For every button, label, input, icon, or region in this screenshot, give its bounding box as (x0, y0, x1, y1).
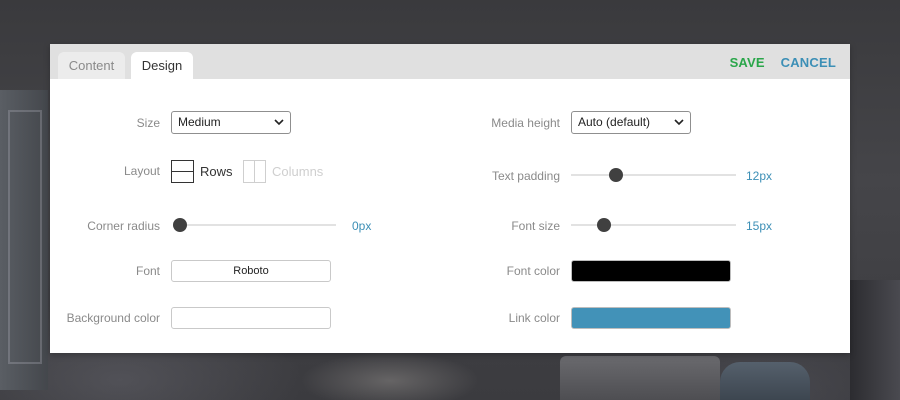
columns-layout-icon (243, 160, 266, 183)
size-select-value: Medium (178, 115, 221, 129)
tab-content[interactable]: Content (58, 52, 125, 79)
slider-thumb[interactable] (173, 218, 187, 232)
chevron-down-icon (674, 119, 684, 126)
font-size-value: 15px (746, 219, 773, 233)
layout-option-rows[interactable]: Rows (171, 160, 233, 183)
layout-option-columns[interactable]: Columns (243, 160, 323, 183)
slider-track (180, 224, 336, 226)
link-color-swatch[interactable] (571, 307, 731, 329)
font-color-swatch[interactable] (571, 260, 731, 282)
text-padding-slider[interactable] (571, 167, 736, 183)
corner-radius-value: 0px (352, 219, 372, 233)
slider-track (571, 174, 736, 176)
rows-layout-icon (171, 160, 194, 183)
panel-header: Content Design SAVE CANCEL (50, 44, 850, 79)
background-color-input[interactable] (171, 307, 331, 329)
background-window-right (850, 280, 900, 400)
slider-track (571, 224, 736, 226)
media-height-label: Media height (491, 116, 560, 130)
layout-rows-label: Rows (200, 164, 233, 179)
layout-columns-label: Columns (272, 164, 324, 179)
background-window-left (0, 90, 48, 390)
font-color-label: Font color (506, 264, 560, 278)
media-height-select[interactable]: Auto (default) (571, 111, 691, 134)
size-select[interactable]: Medium (171, 111, 291, 134)
font-size-label: Font size (511, 219, 560, 233)
corner-radius-slider[interactable] (173, 217, 336, 233)
link-color-label: Link color (508, 311, 560, 325)
text-padding-label: Text padding (491, 169, 560, 183)
design-settings-panel: Content Design SAVE CANCEL Size Medium L… (50, 44, 850, 353)
media-height-select-value: Auto (default) (578, 115, 651, 129)
background-sofa (560, 356, 720, 400)
header-actions: SAVE CANCEL (730, 55, 836, 70)
cancel-button[interactable]: CANCEL (781, 55, 836, 70)
text-padding-value: 12px (746, 169, 773, 183)
slider-thumb[interactable] (597, 218, 611, 232)
background-lamp (300, 352, 480, 400)
corner-radius-label: Corner radius (87, 219, 160, 233)
save-button[interactable]: SAVE (730, 55, 765, 70)
layout-label: Layout (123, 164, 160, 178)
font-size-slider[interactable] (571, 217, 736, 233)
tab-design[interactable]: Design (131, 52, 193, 79)
background-color-label: Background color (66, 311, 160, 325)
size-label: Size (136, 116, 160, 130)
slider-thumb[interactable] (608, 168, 623, 182)
font-input[interactable]: Roboto (171, 260, 331, 282)
background-pillow (720, 362, 810, 400)
chevron-down-icon (274, 119, 284, 126)
font-label: Font (135, 264, 160, 278)
